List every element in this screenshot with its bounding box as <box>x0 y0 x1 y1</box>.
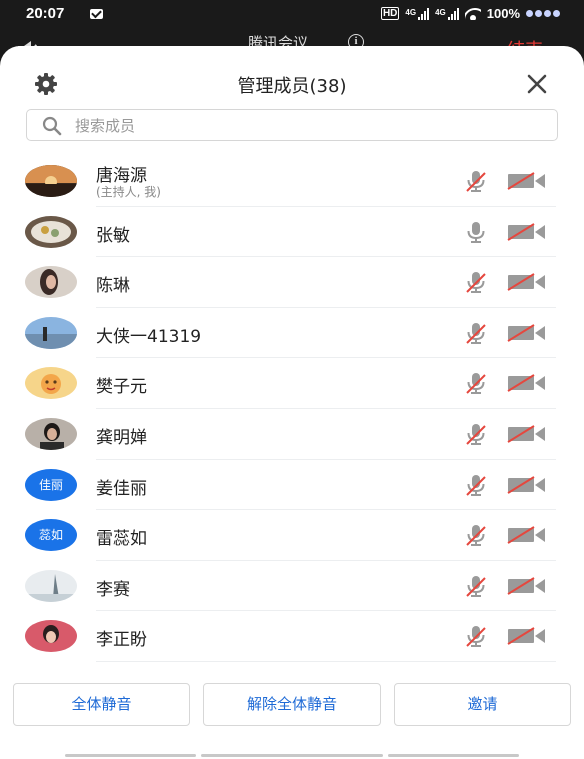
mic-muted-icon[interactable] <box>464 473 488 497</box>
mic-muted-icon[interactable] <box>464 270 488 294</box>
member-name: 大侠一41319 <box>96 326 202 347</box>
mic-icon[interactable] <box>464 220 488 244</box>
signal-icon-2: 4G <box>435 7 459 20</box>
battery-icon <box>526 10 560 17</box>
sheet-title: 管理成员(38) <box>237 76 347 97</box>
mic-muted-icon[interactable] <box>464 523 488 547</box>
video-camera-off-icon[interactable] <box>507 475 546 494</box>
avatar <box>25 316 77 349</box>
indicator-line <box>65 754 196 757</box>
mail-icon <box>90 9 103 19</box>
avatar <box>25 165 77 197</box>
avatar-initials: 蕊如 <box>25 519 77 552</box>
close-icon[interactable] <box>526 73 548 95</box>
video-camera-off-icon[interactable] <box>507 172 546 190</box>
indicator-line <box>388 754 519 757</box>
member-name: 樊子元 <box>96 377 147 398</box>
video-camera-off-icon[interactable] <box>507 576 546 595</box>
wifi-icon <box>464 7 481 20</box>
manage-members-sheet: 管理成员(38) 唐海源 (主持人, 我) <box>0 46 584 759</box>
status-bar: 20:07 HD 4G 4G 100% <box>0 0 584 30</box>
search-input[interactable] <box>75 114 535 138</box>
invite-button[interactable]: 邀请 <box>394 683 571 726</box>
avatar <box>25 620 77 653</box>
video-camera-off-icon[interactable] <box>507 323 546 342</box>
member-row[interactable]: 李赛 <box>0 561 584 612</box>
video-camera-off-icon[interactable] <box>507 627 546 646</box>
member-row[interactable]: 李正盼 <box>0 611 584 662</box>
member-row[interactable]: 大侠一41319 <box>0 308 584 359</box>
avatar <box>25 215 77 248</box>
member-name: 龚明婵 <box>96 427 147 448</box>
avatar <box>25 266 77 299</box>
mic-muted-icon[interactable] <box>464 624 488 648</box>
status-right-group: HD 4G 4G 100% <box>380 6 560 21</box>
member-role: (主持人, 我) <box>96 185 161 199</box>
member-list: 唐海源 (主持人, 我) 张敏 陈琳 大侠一41319 樊子元 龚明婵 佳丽 姜… <box>0 156 584 662</box>
mic-muted-icon[interactable] <box>464 321 488 345</box>
member-name: 陈琳 <box>96 276 130 297</box>
video-camera-off-icon[interactable] <box>507 273 546 292</box>
mic-muted-icon[interactable] <box>464 422 488 446</box>
member-row[interactable]: 唐海源 (主持人, 我) <box>0 156 584 207</box>
search-icon <box>42 116 62 136</box>
member-row[interactable]: 佳丽 姜佳丽 <box>0 460 584 511</box>
mic-muted-icon[interactable] <box>464 371 488 395</box>
network-type-2: 4G <box>435 7 446 17</box>
unmute-all-button[interactable]: 解除全体静音 <box>203 683 381 726</box>
member-row[interactable]: 陈琳 <box>0 257 584 308</box>
member-row[interactable]: 樊子元 <box>0 358 584 409</box>
avatar <box>25 367 77 400</box>
video-camera-off-icon[interactable] <box>507 425 546 443</box>
member-name: 李赛 <box>96 579 130 600</box>
video-camera-off-icon[interactable] <box>507 374 546 393</box>
mic-muted-icon[interactable] <box>464 574 488 598</box>
status-time: 20:07 <box>26 5 65 22</box>
mic-muted-icon[interactable] <box>464 169 488 193</box>
member-row[interactable]: 蕊如 雷蕊如 <box>0 510 584 561</box>
member-row[interactable]: 张敏 <box>0 207 584 258</box>
bottom-indicator <box>0 754 584 759</box>
member-name: 雷蕊如 <box>96 529 147 550</box>
battery-percent: 100% <box>486 6 520 21</box>
search-box[interactable] <box>26 109 558 141</box>
indicator-line <box>201 754 383 757</box>
hd-voice-icon: HD <box>380 7 400 20</box>
video-camera-off-icon[interactable] <box>507 526 546 545</box>
signal-icon-1: 4G <box>405 7 430 20</box>
member-name: 张敏 <box>96 225 130 246</box>
avatar-initials: 佳丽 <box>25 468 77 501</box>
mute-all-button[interactable]: 全体静音 <box>13 683 190 726</box>
member-row[interactable]: 龚明婵 <box>0 409 584 460</box>
video-camera-off-icon[interactable] <box>507 222 546 241</box>
member-name: 姜佳丽 <box>96 478 147 499</box>
network-type-1: 4G <box>405 7 417 17</box>
member-name: 李正盼 <box>96 630 147 651</box>
avatar <box>25 569 77 602</box>
avatar <box>25 417 77 450</box>
